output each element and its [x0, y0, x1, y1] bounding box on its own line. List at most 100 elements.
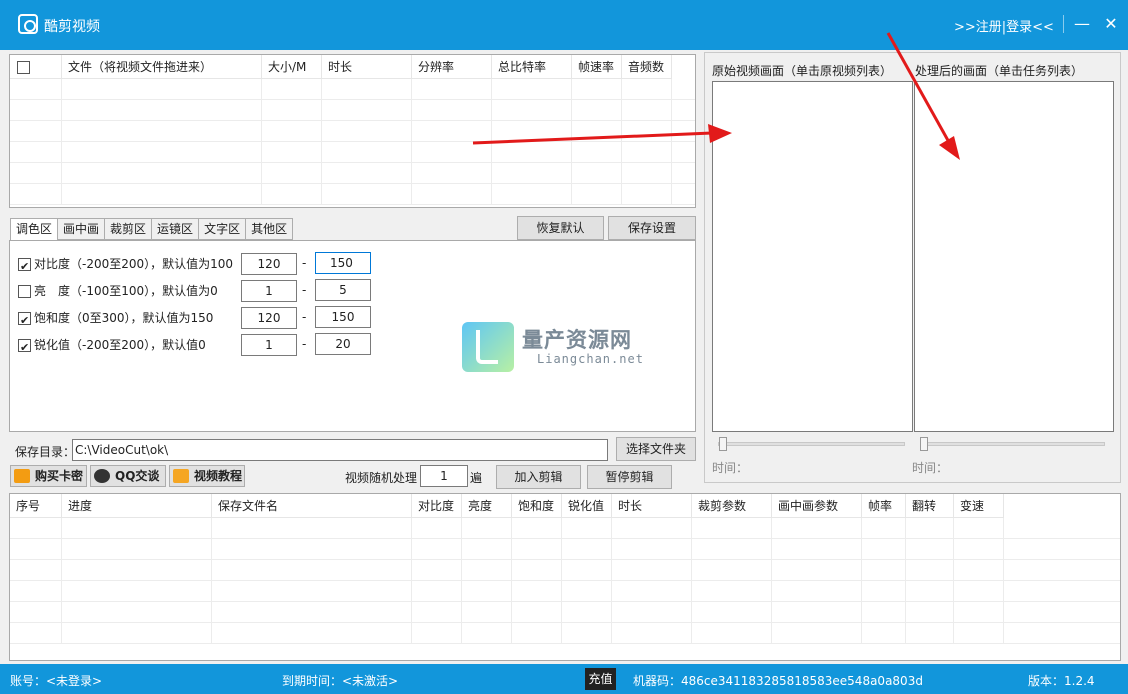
title-bar: 酷剪视频 >>注册|登录<< — ✕: [0, 0, 1128, 50]
select-all-checkbox[interactable]: [17, 61, 30, 74]
app-title: 酷剪视频: [44, 19, 100, 35]
column-header[interactable]: 文件（将视频文件拖进来）: [62, 55, 262, 79]
brightness-min-input[interactable]: 1: [241, 280, 297, 302]
settings-tabs: 调色区 画中画 裁剪区 运镜区 文字区 其他区: [10, 218, 294, 241]
task-table-rows: [10, 518, 1120, 644]
play-icon: [173, 469, 189, 483]
column-header[interactable]: 进度: [62, 494, 212, 518]
column-header[interactable]: 时长: [322, 55, 412, 79]
brightness-row: 亮 度（-100至100），默认值为0: [18, 280, 218, 302]
tab-crop[interactable]: 裁剪区: [104, 218, 153, 240]
file-table[interactable]: 文件（将视频文件拖进来） 大小/M 时长 分辨率 总比特率 帧速率 音频数: [9, 54, 696, 208]
column-header[interactable]: 翻转: [906, 494, 954, 518]
machine-code: 机器码：486ce341183285818583ee548a0a803d: [633, 674, 923, 688]
column-header[interactable]: 画中画参数: [772, 494, 862, 518]
saturation-min-input[interactable]: 120: [241, 307, 297, 329]
range-dash: -: [302, 283, 307, 297]
tab-camera-motion[interactable]: 运镜区: [151, 218, 200, 240]
table-row: [10, 163, 695, 184]
restore-default-button[interactable]: 恢复默认: [517, 216, 604, 240]
table-row: [10, 142, 695, 163]
processed-time-slider[interactable]: [920, 442, 1105, 446]
save-dir-input[interactable]: C:\VideoCut\ok\: [72, 439, 608, 461]
brightness-checkbox[interactable]: [18, 285, 31, 298]
range-dash: -: [302, 256, 307, 270]
original-preview-label: 原始视频画面（单击原视频列表）: [712, 64, 893, 78]
brightness-max-input[interactable]: 5: [315, 279, 371, 301]
tab-color[interactable]: 调色区: [10, 218, 59, 241]
processed-slider-thumb[interactable]: [920, 437, 928, 451]
range-dash: -: [302, 310, 307, 324]
table-row: [10, 581, 1120, 602]
watermark-logo: [462, 322, 514, 372]
pause-edit-button[interactable]: 暂停剪辑: [587, 465, 672, 489]
save-settings-button[interactable]: 保存设置: [608, 216, 696, 240]
table-row: [10, 100, 695, 121]
column-header[interactable]: 音频数: [622, 55, 672, 79]
column-header[interactable]: 饱和度: [512, 494, 562, 518]
titlebar-divider: [1063, 15, 1064, 33]
column-header[interactable]: 分辨率: [412, 55, 492, 79]
table-row: [10, 121, 695, 142]
sharpen-min-input[interactable]: 1: [241, 334, 297, 356]
processed-time-label: 时间：: [912, 461, 949, 475]
column-header[interactable]: 裁剪参数: [692, 494, 772, 518]
close-icon[interactable]: ✕: [1099, 12, 1123, 36]
task-table[interactable]: 序号 进度 保存文件名 对比度 亮度 饱和度 锐化值 时长 裁剪参数 画中画参数…: [9, 493, 1121, 661]
table-row: [10, 79, 695, 100]
saturation-max-input[interactable]: 150: [315, 306, 371, 328]
task-table-header: 序号 进度 保存文件名 对比度 亮度 饱和度 锐化值 时长 裁剪参数 画中画参数…: [10, 494, 1004, 518]
minimize-icon[interactable]: —: [1070, 12, 1094, 36]
random-count-input[interactable]: 1: [420, 465, 468, 487]
buy-card-label: 购买卡密: [35, 469, 84, 483]
column-header[interactable]: 时长: [612, 494, 692, 518]
add-edit-button[interactable]: 加入剪辑: [496, 465, 581, 489]
column-header[interactable]: 对比度: [412, 494, 462, 518]
processed-video-preview[interactable]: [914, 81, 1114, 432]
processed-preview-label: 处理后的画面（单击任务列表）: [915, 64, 1084, 78]
original-video-preview[interactable]: [712, 81, 913, 432]
contrast-max-input[interactable]: 150: [315, 252, 371, 274]
sharpen-max-input[interactable]: 20: [315, 333, 371, 355]
recharge-button[interactable]: 充值: [585, 668, 616, 690]
column-header[interactable]: 保存文件名: [212, 494, 412, 518]
random-label: 视频随机处理: [345, 471, 418, 485]
column-header[interactable]: 变速: [954, 494, 1004, 518]
buy-card-button[interactable]: 购买卡密: [10, 465, 87, 487]
contrast-checkbox[interactable]: [18, 256, 31, 278]
column-header[interactable]: 帧率: [862, 494, 906, 518]
choose-folder-button[interactable]: 选择文件夹: [616, 437, 696, 461]
register-login-link[interactable]: >>注册|登录<<: [954, 16, 1054, 35]
column-header[interactable]: 帧速率: [572, 55, 622, 79]
table-row: [10, 184, 695, 205]
original-slider-thumb[interactable]: [719, 437, 727, 451]
video-tutorial-button[interactable]: 视频教程: [169, 465, 245, 487]
column-header[interactable]: 亮度: [462, 494, 512, 518]
column-header[interactable]: 总比特率: [492, 55, 572, 79]
column-header[interactable]: 锐化值: [562, 494, 612, 518]
contrast-row: 对比度（-200至200），默认值为100: [18, 253, 233, 278]
video-tutorial-label: 视频教程: [194, 469, 243, 483]
saturation-label: 饱和度（0至300），默认值为150: [34, 311, 214, 325]
contrast-min-input[interactable]: 120: [241, 253, 297, 275]
qq-chat-button[interactable]: QQ交谈: [90, 465, 166, 487]
tab-other[interactable]: 其他区: [245, 218, 294, 240]
range-dash: -: [302, 337, 307, 351]
brightness-label: 亮 度（-100至100），默认值为0: [34, 284, 218, 298]
select-all-checkbox-cell[interactable]: [10, 55, 62, 79]
column-header[interactable]: 序号: [10, 494, 62, 518]
sharpen-row: 锐化值（-200至200），默认值0: [18, 334, 206, 359]
original-time-label: 时间：: [712, 461, 749, 475]
column-header[interactable]: 大小/M: [262, 55, 322, 79]
table-row: [10, 518, 1120, 539]
sharpen-label: 锐化值（-200至200），默认值0: [34, 338, 206, 352]
preview-panel: 原始视频画面（单击原视频列表） 处理后的画面（单击任务列表） 时间： 时间：: [704, 52, 1121, 483]
sharpen-checkbox[interactable]: [18, 337, 31, 359]
status-bar: 账号：<未登录> 到期时间：<未激活> 充值 机器码：486ce34118328…: [0, 664, 1128, 694]
tab-text[interactable]: 文字区: [198, 218, 247, 240]
saturation-checkbox[interactable]: [18, 310, 31, 332]
watermark-subtitle: Liangchan.net: [537, 352, 644, 366]
tab-picture-in-picture[interactable]: 画中画: [57, 218, 106, 240]
account-status: 账号：<未登录>: [10, 674, 103, 688]
original-time-slider[interactable]: [718, 442, 905, 446]
